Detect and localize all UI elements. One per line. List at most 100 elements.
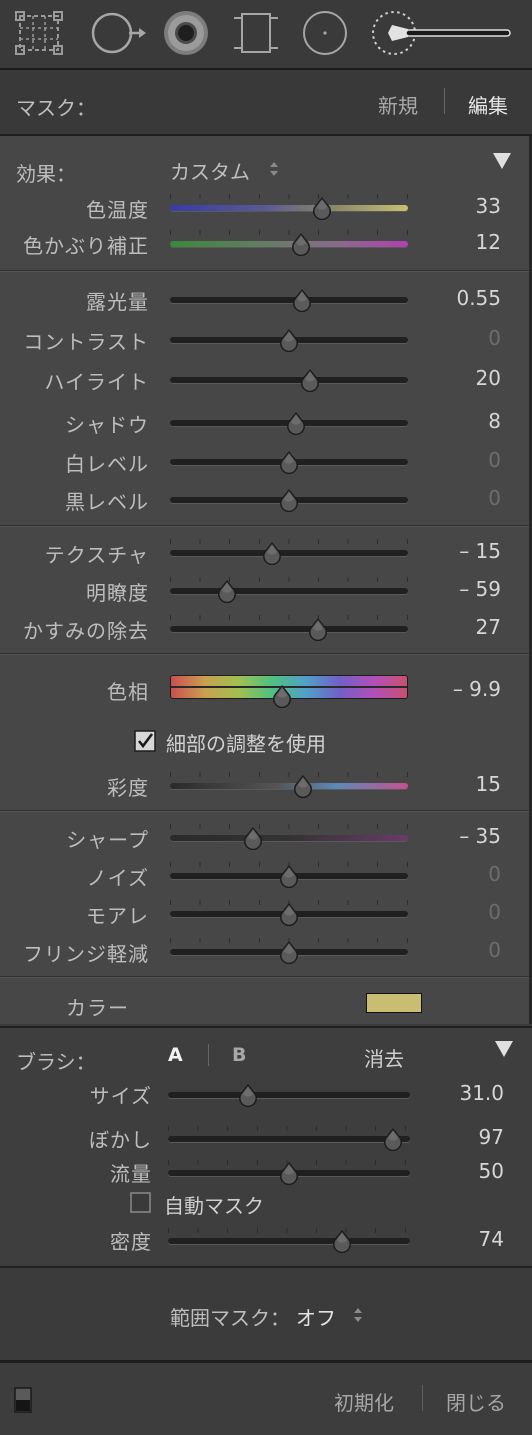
shadows-slider-thumb[interactable] [285, 411, 307, 435]
contrast-label: コントラスト [23, 330, 149, 354]
updown-arrow-icon[interactable] [268, 160, 280, 182]
hue-value[interactable]: – 9.9 [453, 677, 501, 701]
graduated-filter-icon[interactable] [232, 9, 280, 57]
panel-toggle-icon[interactable] [14, 1387, 32, 1417]
brush-feather-track[interactable] [168, 1136, 410, 1142]
tint-slider-thumb[interactable] [290, 232, 312, 256]
defringe-value[interactable]: 0 [488, 938, 501, 962]
brush-collapse-triangle-icon[interactable] [494, 1040, 514, 1062]
clarity-value[interactable]: – 59 [459, 577, 501, 601]
fine-adjust-label[interactable]: 細部の調整を使用 [166, 728, 326, 757]
radial-filter-icon[interactable] [300, 9, 350, 57]
temp-ticks [170, 194, 408, 199]
sharpness-value[interactable]: – 35 [459, 824, 501, 848]
range-mask-label: 範囲マスク： [170, 1306, 290, 1330]
spot-removal-icon[interactable] [88, 9, 148, 57]
brush-density-track[interactable] [168, 1238, 410, 1244]
noise-slider-thumb[interactable] [278, 864, 300, 888]
tool-strip [0, 0, 532, 70]
fine-adjust-checkbox[interactable] [134, 730, 156, 756]
clarity-slider-thumb[interactable] [216, 579, 238, 603]
highlights-label: ハイライト [44, 370, 149, 394]
reset-button[interactable]: 初期化 [334, 1387, 394, 1416]
brush-erase-button[interactable]: 消去 [364, 1043, 404, 1072]
dehaze-value[interactable]: 27 [476, 615, 501, 639]
brush-flow-slider-thumb[interactable] [278, 1161, 300, 1185]
brush-density-slider-thumb[interactable] [331, 1229, 353, 1253]
adjustment-brush-icon[interactable] [368, 9, 518, 57]
range-mask-select[interactable]: オフ [296, 1302, 336, 1331]
dehaze-slider-thumb[interactable] [307, 617, 329, 641]
saturation-track[interactable] [170, 783, 408, 789]
mask-row: マスク： 新規 編集 [0, 70, 532, 136]
noise-value[interactable]: 0 [488, 862, 501, 886]
brush-size-label: サイズ [89, 1084, 152, 1108]
sharpness-track[interactable] [170, 835, 408, 841]
brush-size-value[interactable]: 31.0 [459, 1081, 504, 1105]
hue-slider-thumb[interactable] [271, 684, 293, 708]
effect-preset-select[interactable]: カスタム [170, 156, 250, 185]
brush-b-tab[interactable]: B [232, 1044, 246, 1066]
contrast-slider-thumb[interactable] [278, 328, 300, 352]
highlights-slider-thumb[interactable] [299, 368, 321, 392]
exposure-value[interactable]: 0.55 [456, 286, 501, 310]
whites-slider-thumb[interactable] [278, 450, 300, 474]
brush-size-slider-thumb[interactable] [237, 1083, 259, 1107]
texture-slider-thumb[interactable] [261, 541, 283, 565]
temp-value[interactable]: 33 [476, 194, 501, 218]
highlights-value[interactable]: 20 [476, 366, 501, 390]
saturation-slider-thumb[interactable] [292, 774, 314, 798]
red-eye-icon[interactable] [160, 9, 212, 57]
texture-value[interactable]: – 15 [459, 539, 501, 563]
defringe-slider-thumb[interactable] [278, 940, 300, 964]
texture-ticks [170, 539, 408, 544]
exposure-track[interactable] [170, 297, 408, 303]
saturation-value[interactable]: 15 [476, 772, 501, 796]
blacks-slider-thumb[interactable] [278, 488, 300, 512]
brush-panel: ブラシ： A B 消去 サイズ 31.0 ぼかし 97 流量 50 自動マスク … [0, 1026, 532, 1268]
clarity-track[interactable] [170, 588, 408, 594]
effect-panel: 効果： カスタム 色温度 33 色かぶり補正 12 露光量 0.55 コントラス… [0, 136, 532, 1024]
texture-label: テクスチャ [44, 543, 149, 567]
highlights-track[interactable] [170, 377, 408, 383]
sharpness-label: シャープ [66, 828, 149, 852]
brush-density-value[interactable]: 74 [479, 1227, 504, 1251]
sharpness-slider-thumb[interactable] [242, 826, 264, 850]
effect-label: 効果： [16, 162, 76, 186]
mask-new-button[interactable]: 新規 [378, 90, 418, 119]
saturation-ticks [170, 772, 408, 777]
sharpness-ticks [170, 824, 408, 829]
brush-density-label: 密度 [110, 1230, 152, 1254]
tint-value[interactable]: 12 [476, 230, 501, 254]
exposure-slider-thumb[interactable] [291, 288, 313, 312]
close-button[interactable]: 閉じる [446, 1387, 506, 1416]
shadows-label: シャドウ [65, 413, 149, 437]
divider [0, 653, 529, 655]
shadows-value[interactable]: 8 [488, 409, 501, 433]
whites-label: 白レベル [65, 452, 149, 476]
contrast-value[interactable]: 0 [488, 326, 501, 350]
mask-edit-button[interactable]: 編集 [468, 90, 508, 119]
crop-overlay-icon[interactable] [14, 9, 64, 57]
temp-track[interactable] [170, 205, 408, 211]
brush-feather-label: ぼかし [89, 1128, 152, 1152]
blacks-value[interactable]: 0 [488, 486, 501, 510]
brush-feather-value[interactable]: 97 [479, 1125, 504, 1149]
whites-value[interactable]: 0 [488, 448, 501, 472]
brush-flow-value[interactable]: 50 [479, 1159, 504, 1183]
moire-slider-thumb[interactable] [278, 902, 300, 926]
brush-a-tab[interactable]: A [168, 1044, 183, 1066]
brush-feather-ticks [168, 1126, 410, 1131]
temp-slider-thumb[interactable] [311, 196, 333, 220]
range-mask-updown-icon[interactable] [352, 1306, 364, 1328]
moire-value[interactable]: 0 [488, 900, 501, 924]
dehaze-ticks [170, 615, 408, 620]
brush-feather-slider-thumb[interactable] [382, 1127, 404, 1151]
auto-mask-checkbox[interactable] [130, 1192, 152, 1218]
auto-mask-label[interactable]: 自動マスク [164, 1190, 264, 1219]
brush-size-track[interactable] [168, 1092, 410, 1098]
dehaze-track[interactable] [170, 626, 408, 632]
panel-collapse-triangle-icon[interactable] [492, 152, 512, 174]
texture-track[interactable] [170, 550, 408, 556]
color-swatch[interactable] [366, 993, 422, 1013]
